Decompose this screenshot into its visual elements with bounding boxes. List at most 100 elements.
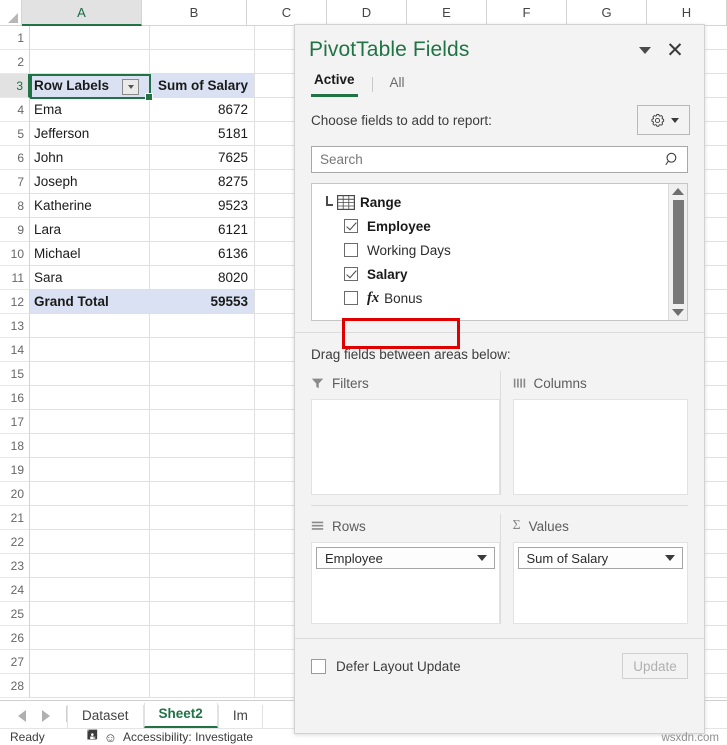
cell-A15[interactable] [30, 362, 150, 386]
row-header-20[interactable]: 20 [0, 482, 30, 506]
field-list-item-employee[interactable]: Employee [312, 214, 668, 238]
column-header-h[interactable]: H [647, 0, 727, 26]
cell-B27[interactable] [150, 650, 255, 674]
cell-B21[interactable] [150, 506, 255, 530]
cell-A13[interactable] [30, 314, 150, 338]
row-header-17[interactable]: 17 [0, 410, 30, 434]
cell-B17[interactable] [150, 410, 255, 434]
scrollbar-thumb[interactable] [672, 200, 684, 304]
area-rows[interactable]: Rows Employee [311, 514, 500, 624]
row-labels-filter-dropdown[interactable] [122, 79, 139, 95]
field-list-item-salary[interactable]: Salary [312, 262, 668, 286]
chevron-down-icon[interactable] [665, 555, 675, 561]
cell-B12[interactable]: 59553 [150, 290, 255, 314]
area-values[interactable]: Σ Values Sum of Salary [499, 514, 688, 624]
cell-A19[interactable] [30, 458, 150, 482]
cell-B19[interactable] [150, 458, 255, 482]
sheet-tab-sheet2[interactable]: Sheet2 [143, 703, 218, 728]
row-header-3[interactable]: 3 [0, 74, 30, 98]
area-filters-dropzone[interactable] [311, 399, 500, 495]
field-checkbox-bonus[interactable] [344, 291, 358, 305]
cell-B6[interactable]: 7625 [150, 146, 255, 170]
field-list-group-range[interactable]: Range [312, 190, 668, 214]
cell-A2[interactable] [30, 50, 150, 74]
row-header-7[interactable]: 7 [0, 170, 30, 194]
row-header-22[interactable]: 22 [0, 530, 30, 554]
cell-B23[interactable] [150, 554, 255, 578]
cell-A16[interactable] [30, 386, 150, 410]
cell-B8[interactable]: 9523 [150, 194, 255, 218]
scroll-down-icon[interactable] [672, 309, 684, 316]
field-list-item-bonus[interactable]: fx Bonus [312, 286, 668, 310]
row-header-11[interactable]: 11 [0, 266, 30, 290]
cell-B26[interactable] [150, 626, 255, 650]
row-header-18[interactable]: 18 [0, 434, 30, 458]
cell-B7[interactable]: 8275 [150, 170, 255, 194]
cell-A11[interactable]: Sara [30, 266, 150, 290]
search-input[interactable] [320, 152, 664, 167]
collapse-icon[interactable] [322, 195, 336, 209]
field-checkbox-salary[interactable] [344, 267, 358, 281]
field-pill-rows[interactable]: Employee [316, 547, 495, 569]
cell-B10[interactable]: 6136 [150, 242, 255, 266]
row-header-4[interactable]: 4 [0, 98, 30, 122]
column-header-g[interactable]: G [567, 0, 647, 26]
defer-layout-update-checkbox[interactable] [311, 658, 326, 674]
field-checkbox-working-days[interactable] [344, 243, 358, 257]
cell-B24[interactable] [150, 578, 255, 602]
cell-A7[interactable]: Joseph [30, 170, 150, 194]
field-checkbox-employee[interactable] [344, 219, 358, 233]
cell-A28[interactable] [30, 674, 150, 698]
row-header-28[interactable]: 28 [0, 674, 30, 698]
area-values-dropzone[interactable]: Sum of Salary [512, 542, 688, 624]
cell-B9[interactable]: 6121 [150, 218, 255, 242]
row-header-16[interactable]: 16 [0, 386, 30, 410]
cell-B14[interactable] [150, 338, 255, 362]
cell-A20[interactable] [30, 482, 150, 506]
row-header-19[interactable]: 19 [0, 458, 30, 482]
scroll-up-icon[interactable] [672, 188, 684, 195]
column-header-f[interactable]: F [487, 0, 567, 26]
row-header-2[interactable]: 2 [0, 50, 30, 74]
cell-A12[interactable]: Grand Total [30, 290, 150, 314]
cell-B1[interactable] [150, 26, 255, 50]
cell-A9[interactable]: Lara [30, 218, 150, 242]
field-list-item-working-days[interactable]: Working Days [312, 238, 668, 262]
column-header-e[interactable]: E [407, 0, 487, 26]
next-sheet-icon[interactable] [42, 710, 50, 722]
cell-A4[interactable]: Ema [30, 98, 150, 122]
cell-A10[interactable]: Michael [30, 242, 150, 266]
cell-B20[interactable] [150, 482, 255, 506]
update-button[interactable]: Update [622, 653, 688, 679]
cell-B18[interactable] [150, 434, 255, 458]
row-header-26[interactable]: 26 [0, 626, 30, 650]
row-header-8[interactable]: 8 [0, 194, 30, 218]
cell-B25[interactable] [150, 602, 255, 626]
row-header-25[interactable]: 25 [0, 602, 30, 626]
cell-A6[interactable]: John [30, 146, 150, 170]
field-search-box[interactable] [311, 146, 688, 173]
row-header-15[interactable]: 15 [0, 362, 30, 386]
row-header-27[interactable]: 27 [0, 650, 30, 674]
cell-A24[interactable] [30, 578, 150, 602]
panel-close-button[interactable]: ✕ [660, 37, 690, 63]
row-header-13[interactable]: 13 [0, 314, 30, 338]
row-header-14[interactable]: 14 [0, 338, 30, 362]
row-header-6[interactable]: 6 [0, 146, 30, 170]
cell-A1[interactable] [30, 26, 150, 50]
sheet-tab-im[interactable]: Im [217, 705, 263, 728]
cell-B2[interactable] [150, 50, 255, 74]
field-pill-values[interactable]: Sum of Salary [517, 547, 683, 569]
cell-A18[interactable] [30, 434, 150, 458]
cell-A21[interactable] [30, 506, 150, 530]
field-list[interactable]: Range Employee Working Days Salary fx Bonus [311, 183, 688, 321]
cell-B5[interactable]: 5181 [150, 122, 255, 146]
area-filters[interactable]: Filters [311, 371, 500, 495]
row-header-9[interactable]: 9 [0, 218, 30, 242]
cell-A27[interactable] [30, 650, 150, 674]
cell-A8[interactable]: Katherine [30, 194, 150, 218]
tab-all[interactable]: All [387, 75, 408, 97]
select-all-corner[interactable] [0, 0, 22, 26]
cell-B3[interactable]: Sum of Salary [150, 74, 255, 98]
column-header-a[interactable]: A [22, 0, 142, 26]
